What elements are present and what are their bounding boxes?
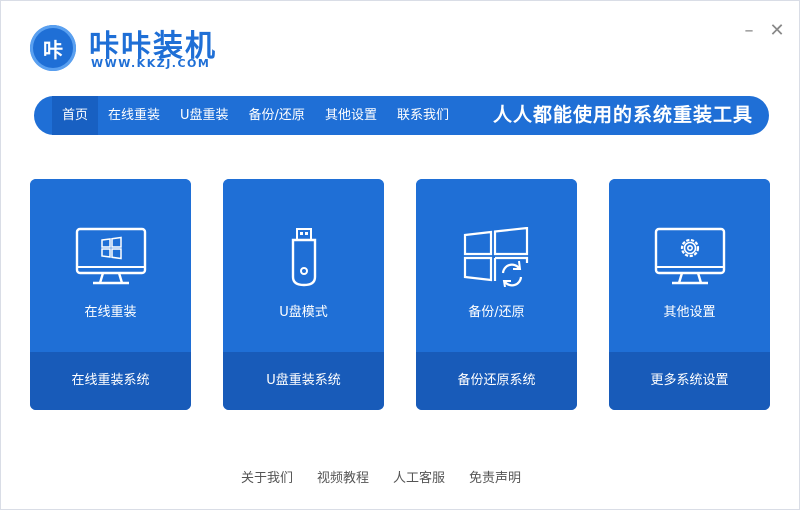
- nav-item-home[interactable]: 首页: [52, 96, 99, 135]
- minimize-button[interactable]: –: [739, 21, 759, 41]
- card-online-reinstall[interactable]: 在线重装 在线重装系统: [30, 179, 191, 410]
- nav-item-online-reinstall[interactable]: 在线重装: [98, 96, 170, 135]
- app-url: WWW.KKZJ.COM: [91, 57, 211, 70]
- footer-link-customer-service[interactable]: 人工客服: [393, 467, 445, 487]
- monitor-gear-icon: [654, 227, 726, 285]
- nav-bar: 首页 在线重装 U盘重装 备份/还原 其他设置 联系我们 人人都能使用的系统重装…: [34, 96, 769, 135]
- card-action-button[interactable]: 更多系统设置: [609, 352, 770, 410]
- nav-item-contact-us[interactable]: 联系我们: [387, 96, 459, 135]
- card-title: 备份/还原: [468, 305, 525, 320]
- card-title: U盘模式: [279, 305, 328, 320]
- footer-link-disclaimer[interactable]: 免责声明: [469, 467, 521, 487]
- monitor-windows-icon: [75, 227, 147, 285]
- card-top[interactable]: 备份/还原: [416, 179, 577, 352]
- card-title: 在线重装: [84, 305, 137, 320]
- card-action-button[interactable]: 备份还原系统: [416, 352, 577, 410]
- footer-link-video-tutorial[interactable]: 视频教程: [317, 467, 369, 487]
- app-window: 咔 咔咔装机 WWW.KKZJ.COM – ✕ 首页 在线重装 U盘重装 备份/…: [0, 0, 800, 510]
- card-action-button[interactable]: U盘重装系统: [223, 352, 384, 410]
- footer-link-about[interactable]: 关于我们: [241, 467, 293, 487]
- nav-items: 首页 在线重装 U盘重装 备份/还原 其他设置 联系我们: [52, 96, 459, 135]
- card-backup-restore[interactable]: 备份/还原 备份还原系统: [416, 179, 577, 410]
- logo-icon: 咔: [30, 25, 76, 71]
- nav-item-usb-reinstall[interactable]: U盘重装: [170, 96, 239, 135]
- card-title: 其他设置: [663, 305, 716, 320]
- card-action-button[interactable]: 在线重装系统: [30, 352, 191, 410]
- logo-badge-text: 咔: [43, 37, 63, 62]
- card-top[interactable]: U盘模式: [223, 179, 384, 352]
- usb-drive-icon: [291, 228, 317, 287]
- nav-item-other-settings[interactable]: 其他设置: [315, 96, 387, 135]
- footer-links: 关于我们 视频教程 人工客服 免责声明: [241, 467, 545, 487]
- windows-restore-icon: [463, 227, 529, 287]
- close-button[interactable]: ✕: [767, 21, 787, 41]
- slogan: 人人都能使用的系统重装工具: [492, 104, 753, 126]
- card-other-settings[interactable]: 其他设置 更多系统设置: [609, 179, 770, 410]
- card-usb-mode[interactable]: U盘模式 U盘重装系统: [223, 179, 384, 410]
- card-top[interactable]: 其他设置: [609, 179, 770, 352]
- card-top[interactable]: 在线重装: [30, 179, 191, 352]
- nav-item-backup-restore[interactable]: 备份/还原: [239, 96, 315, 135]
